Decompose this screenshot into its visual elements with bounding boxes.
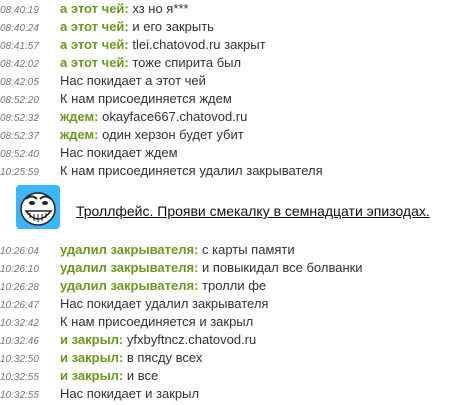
system-message: 10:32:42 К нам присоединяется и закрыл <box>0 313 253 331</box>
message-text: и все <box>123 368 159 383</box>
message-text: тоже спирита был <box>128 55 242 70</box>
system-message: 08:42:05 Нас покидает а этот чей <box>0 72 206 90</box>
message-author[interactable]: ждем: <box>60 127 98 142</box>
message-timestamp: 10:25:59 <box>0 167 39 178</box>
system-message: 08:52:40 Нас покидает ждем <box>0 144 178 162</box>
chat-message: 08:52:37 ждем: один херзон будет убит <box>0 126 244 144</box>
message-text: К нам присоединяется удалил закрывателя <box>60 163 323 178</box>
chat-log: 08:40:19 а этот чей: хз но я*** 08:40:24 а… <box>0 0 472 405</box>
message-author[interactable]: удалил закрывателя: <box>60 260 198 275</box>
message-text: К нам присоединяется ждем <box>60 91 232 106</box>
chat-message: 10:26:04 удалил закрывателя: с карты памя… <box>0 241 295 259</box>
message-text: с карты памяти <box>198 242 295 257</box>
chat-message: 08:40:24 а этот чей: и его закрыть <box>0 18 214 36</box>
message-text: yfxbyftncz.chatovod.ru <box>123 332 257 347</box>
message-author[interactable]: и закрыл: <box>60 368 123 383</box>
message-text: tlei.chatovod.ru закрыт <box>128 37 266 52</box>
chat-message: 10:32:50 и закрыл: в пясду всех <box>0 349 202 367</box>
message-text: один херзон будет убит <box>98 127 244 142</box>
system-message: 08:52:20 К нам присоединяется ждем <box>0 90 232 108</box>
chat-message: 08:52:32 ждем: okayface667.chatovod.ru <box>0 108 247 126</box>
message-author[interactable]: удалил закрывателя: <box>60 242 198 257</box>
trollface-icon[interactable] <box>16 185 60 229</box>
chat-message: 10:32:46 и закрыл: yfxbyftncz.chatovod.ru <box>0 331 256 349</box>
message-text: Нас покидает и закрыл <box>60 386 200 401</box>
message-text: и повыкидал все болванки <box>198 260 363 275</box>
message-text: и его закрыть <box>128 19 214 34</box>
chat-message: 08:41:57 а этот чей: tlei.chatovod.ru зак… <box>0 36 266 54</box>
chat-message: 08:40:19 а этот чей: хз но я*** <box>0 0 189 18</box>
message-text: в пясду всех <box>123 350 203 365</box>
message-author[interactable]: удалил закрывателя: <box>60 278 198 293</box>
ad-banner[interactable]: Троллфейс. Прояви смекалку в семнадцати … <box>16 185 466 229</box>
message-text: okayface667.chatovod.ru <box>98 109 248 124</box>
message-timestamp: 10:32:55 <box>0 390 39 401</box>
message-text: Нас покидает ждем <box>60 145 178 160</box>
message-author[interactable]: а этот чей: <box>60 1 129 16</box>
message-author[interactable]: и закрыл: <box>60 332 123 347</box>
chat-message: 10:32:55 и закрыл: и все <box>0 367 158 385</box>
system-message: 10:25:59 К нам присоединяется удалил закр… <box>0 162 323 180</box>
message-text: тролли фе <box>198 278 267 293</box>
message-text: Нас покидает удалил закрывателя <box>60 296 269 311</box>
message-text: К нам присоединяется и закрыл <box>60 314 254 329</box>
chat-message: 10:26:10 удалил закрывателя: и повыкидал … <box>0 259 363 277</box>
system-message: 10:26:47 Нас покидает удалил закрывателя <box>0 295 268 313</box>
message-text: Нас покидает а этот чей <box>60 73 206 88</box>
message-author[interactable]: и закрыл: <box>60 350 123 365</box>
message-text: хз но я*** <box>128 1 189 16</box>
message-author[interactable]: а этот чей: <box>60 37 129 52</box>
message-author[interactable]: ждем: <box>60 109 98 124</box>
message-author[interactable]: а этот чей: <box>60 55 129 70</box>
chat-message: 08:42:02 а этот чей: тоже спирита был <box>0 54 241 72</box>
ad-link[interactable]: Троллфейс. Прояви смекалку в семнадцати … <box>76 203 430 219</box>
message-author[interactable]: а этот чей: <box>60 19 129 34</box>
system-message: 10:32:55 Нас покидает и закрыл <box>0 385 199 403</box>
chat-message: 10:26:28 удалил закрывателя: тролли фе <box>0 277 266 295</box>
